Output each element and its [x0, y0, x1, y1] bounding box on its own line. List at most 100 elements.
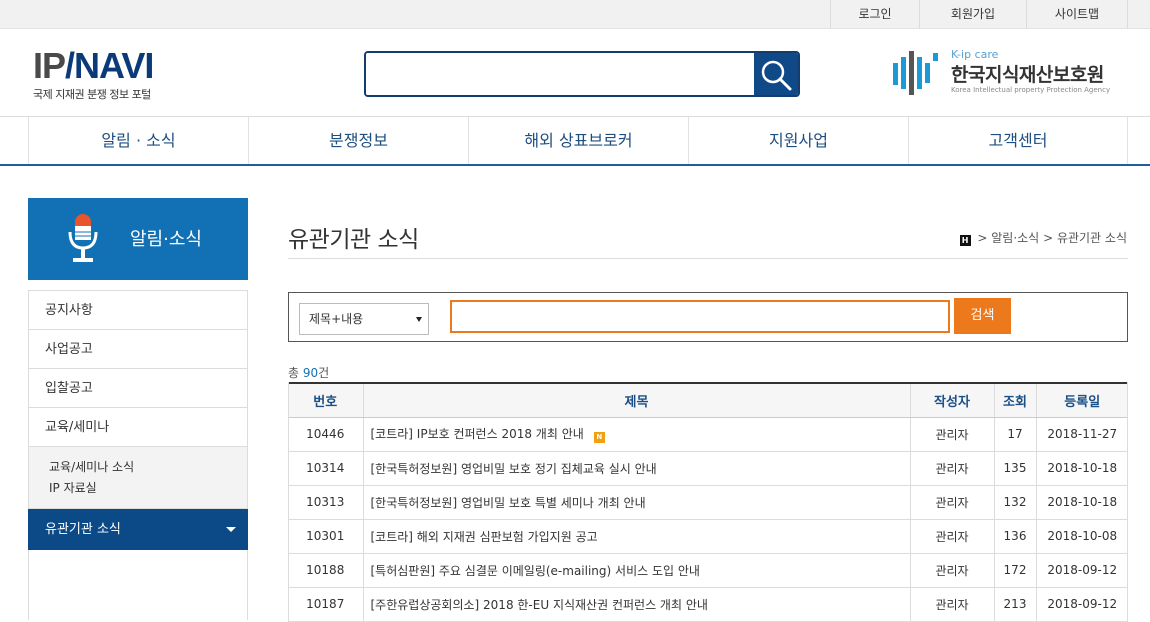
table-row[interactable]: 10187 [주한유럽상공회의소] 2018 한-EU 지식재산권 컨퍼런스 개… — [288, 587, 1128, 622]
gnb-trademark-broker[interactable]: 해외 상표브로커 — [468, 117, 688, 164]
row-views: 132 — [993, 485, 1036, 520]
row-title-link[interactable]: [한국특허정보원] 영업비밀 보호 정기 집체교육 실시 안내 — [371, 462, 657, 476]
row-date: 2018-10-18 — [1035, 485, 1128, 520]
login-link[interactable]: 로그인 — [830, 0, 919, 29]
row-date: 2018-09-12 — [1035, 553, 1128, 588]
row-author: 관리자 — [909, 553, 994, 588]
breadcrumb-current: 유관기관 소식 — [1056, 231, 1127, 245]
title-divider — [288, 258, 1128, 259]
row-title-cell: [코트라] 해외 지재권 심판보험 가입지원 공고 — [362, 519, 910, 554]
sidebar-header: 알림·소식 — [28, 198, 248, 280]
total-prefix: 총 — [288, 366, 300, 380]
utility-bar: 로그인 회원가입 사이트맵 — [0, 0, 1150, 29]
sidebar-submenu: 교육/세미나 소식 IP 자료실 — [29, 447, 247, 509]
row-author: 관리자 — [909, 485, 994, 520]
board-search-form: 제목+내용 검색 — [288, 292, 1128, 342]
total-number: 90 — [302, 366, 319, 380]
signup-link[interactable]: 회원가입 — [919, 0, 1026, 29]
row-title-cell: [특허심판원] 주요 심결문 이메일링(e-mailing) 서비스 도입 안내 — [362, 553, 910, 588]
table-right-border — [1127, 382, 1128, 622]
sidebar-menu: 공지사항 사업공고 입찰공고 교육/세미나 교육/세미나 소식 IP 자료실 유… — [28, 290, 248, 620]
kipa-logo[interactable]: K-ip care 한국지식재산보호원 Korea Intellectual p… — [893, 47, 1133, 99]
logo-ip: IP — [33, 45, 66, 86]
new-badge: N — [593, 432, 605, 443]
sidebar-item-notice[interactable]: 공지사항 — [29, 291, 247, 330]
search-icon — [761, 60, 792, 91]
row-views: 135 — [993, 451, 1036, 486]
row-number: 10313 — [288, 485, 363, 520]
kipa-emblem-icon — [893, 51, 938, 95]
sidebar-item-business[interactable]: 사업공고 — [29, 330, 247, 369]
sidebar-item-related-news[interactable]: 유관기관 소식 — [28, 509, 248, 550]
table-header-row: 번호 제목 작성자 조회 등록일 — [288, 382, 1128, 418]
row-number: 10301 — [288, 519, 363, 554]
board-table: 번호 제목 작성자 조회 등록일 10446 [코트라] IP보호 컨퍼런스 2… — [288, 382, 1128, 622]
row-date: 2018-10-18 — [1035, 451, 1128, 486]
row-date: 2018-09-12 — [1035, 587, 1128, 622]
gnb-customer-center[interactable]: 고객센터 — [908, 117, 1128, 164]
table-row[interactable]: 10188 [특허심판원] 주요 심결문 이메일링(e-mailing) 서비스… — [288, 553, 1128, 588]
total-count: 총 90건 — [288, 364, 329, 381]
table-row[interactable]: 10446 [코트라] IP보호 컨퍼런스 2018 개최 안내 N 관리자 17… — [288, 417, 1128, 452]
breadcrumb: H > 알림·소식 > 유관기관 소식 — [959, 229, 1127, 246]
row-title-link[interactable]: [주한유럽상공회의소] 2018 한-EU 지식재산권 컨퍼런스 개최 안내 — [371, 598, 708, 612]
logo-mark: IP/NAVI — [33, 45, 154, 86]
row-title-link[interactable]: [한국특허정보원] 영업비밀 보호 특별 세미나 개최 안내 — [371, 496, 646, 510]
sidebar-title: 알림·소식 — [130, 229, 202, 250]
row-title-cell: [코트라] IP보호 컨퍼런스 2018 개최 안내 N — [362, 417, 910, 452]
row-title-link[interactable]: [특허심판원] 주요 심결문 이메일링(e-mailing) 서비스 도입 안내 — [371, 564, 700, 578]
global-search-input[interactable] — [366, 53, 754, 95]
table-row[interactable]: 10301 [코트라] 해외 지재권 심판보험 가입지원 공고 관리자 136 … — [288, 519, 1128, 554]
header: IP/NAVI 국제 지재권 분쟁 정보 포털 K-ip care 한국지식재산… — [0, 29, 1150, 116]
kipa-english-name: Korea Intellectual property Protection A… — [951, 86, 1111, 94]
search-type-value: 제목+내용 — [309, 312, 364, 326]
sitemap-link[interactable]: 사이트맵 — [1026, 0, 1128, 29]
main-navigation: 알림 · 소식 분쟁정보 해외 상표브로커 지원사업 고객센터 — [0, 116, 1150, 166]
gnb-support[interactable]: 지원사업 — [688, 117, 908, 164]
breadcrumb-item[interactable]: 알림·소식 — [991, 231, 1039, 245]
column-header-date: 등록일 — [1035, 382, 1128, 418]
sidebar-item-education[interactable]: 교육/세미나 — [29, 408, 247, 447]
page-title: 유관기관 소식 — [288, 227, 419, 253]
sidebar-item-bid[interactable]: 입찰공고 — [29, 369, 247, 408]
breadcrumb-separator: > — [1043, 231, 1057, 245]
row-date: 2018-11-27 — [1035, 417, 1128, 452]
gnb-dispute-info[interactable]: 분쟁정보 — [248, 117, 468, 164]
sidebar-subitem-ip-library[interactable]: IP 자료실 — [49, 478, 247, 499]
row-views: 136 — [993, 519, 1036, 554]
logo-tagline: 국제 지재권 분쟁 정보 포털 — [33, 88, 151, 101]
row-title-link[interactable]: [코트라] IP보호 컨퍼런스 2018 개최 안내 — [371, 427, 584, 441]
table-row[interactable]: 10314 [한국특허정보원] 영업비밀 보호 정기 집체교육 실시 안내 관리… — [288, 451, 1128, 486]
board-search-input[interactable] — [450, 300, 950, 333]
row-views: 17 — [993, 417, 1036, 452]
row-author: 관리자 — [909, 587, 994, 622]
gnb-news[interactable]: 알림 · 소식 — [28, 117, 248, 164]
row-number: 10187 — [288, 587, 363, 622]
row-number: 10314 — [288, 451, 363, 486]
ip-navi-logo[interactable]: IP/NAVI 국제 지재권 분쟁 정보 포털 — [33, 45, 154, 102]
logo-navi: NAVI — [74, 45, 154, 86]
total-suffix: 건 — [318, 366, 330, 380]
column-header-title: 제목 — [362, 382, 910, 418]
row-title-cell: [한국특허정보원] 영업비밀 보호 특별 세미나 개최 안내 — [362, 485, 910, 520]
search-type-select[interactable]: 제목+내용 — [299, 303, 429, 335]
sidebar-active-label: 유관기관 소식 — [45, 522, 121, 537]
chevron-down-icon — [226, 527, 236, 532]
row-title-cell: [주한유럽상공회의소] 2018 한-EU 지식재산권 컨퍼런스 개최 안내 — [362, 587, 910, 622]
column-header-views: 조회 — [993, 382, 1036, 418]
column-header-number: 번호 — [288, 382, 363, 418]
home-icon[interactable]: H — [959, 235, 971, 246]
microphone-icon — [68, 214, 98, 262]
sidebar-subitem-education-news[interactable]: 교육/세미나 소식 — [49, 457, 247, 478]
row-views: 172 — [993, 553, 1036, 588]
row-views: 213 — [993, 587, 1036, 622]
row-number: 10446 — [288, 417, 363, 452]
global-search — [364, 51, 800, 97]
breadcrumb-separator: > — [977, 231, 992, 245]
global-search-button[interactable] — [754, 53, 798, 95]
row-number: 10188 — [288, 553, 363, 588]
row-author: 관리자 — [909, 519, 994, 554]
board-search-button[interactable]: 검색 — [954, 298, 1011, 334]
row-title-link[interactable]: [코트라] 해외 지재권 심판보험 가입지원 공고 — [371, 530, 598, 544]
table-row[interactable]: 10313 [한국특허정보원] 영업비밀 보호 특별 세미나 개최 안내 관리자… — [288, 485, 1128, 520]
